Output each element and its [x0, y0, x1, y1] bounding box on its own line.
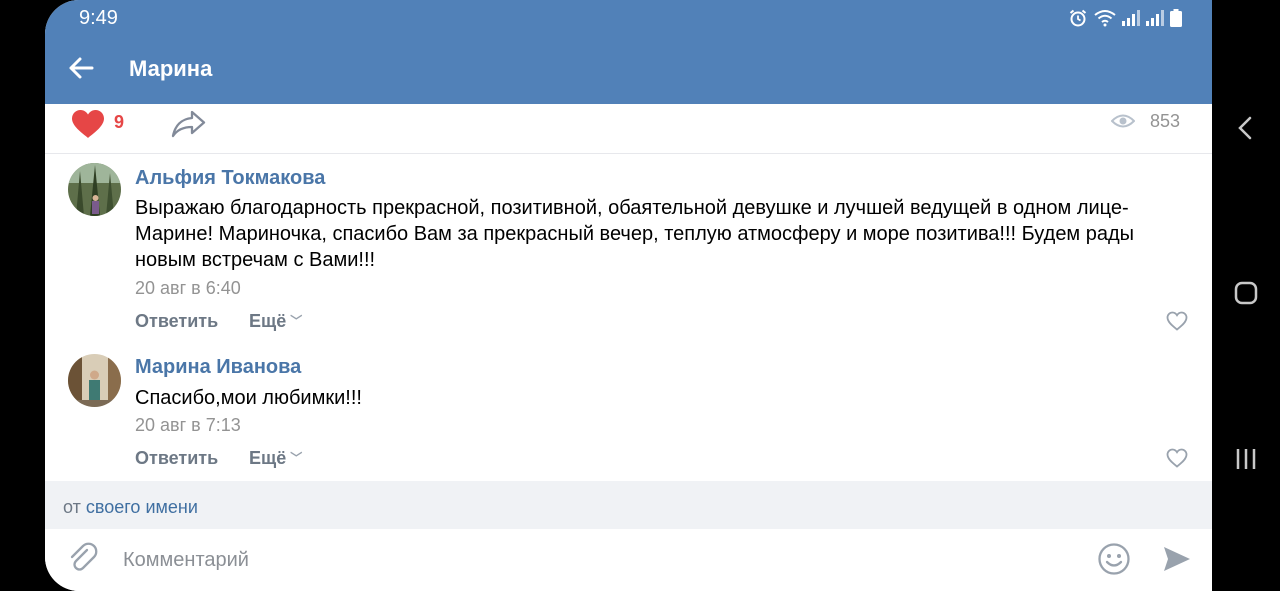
comment-as-link[interactable]: своего имени — [86, 497, 198, 517]
comment-author[interactable]: Марина Иванова — [135, 356, 301, 379]
nav-back-icon[interactable] — [1234, 115, 1256, 141]
comment-text: Спасибо,мои любимки!!! — [135, 387, 362, 409]
more-button[interactable]: Ещё ﹀ — [249, 448, 302, 469]
more-button[interactable]: Ещё ﹀ — [249, 311, 302, 332]
system-nav-bar — [1212, 0, 1280, 591]
comment-as-bar: от своего имени — [45, 481, 1212, 529]
eye-icon — [1111, 114, 1135, 128]
heart-icon[interactable] — [71, 109, 105, 139]
wifi-icon — [1094, 10, 1116, 27]
signal-icon — [1146, 10, 1164, 26]
more-label: Ещё — [249, 311, 287, 331]
page-title: Марина — [129, 56, 213, 81]
paperclip-icon[interactable] — [65, 541, 99, 575]
like-count: 9 — [114, 112, 125, 132]
avatar[interactable] — [68, 163, 121, 216]
battery-icon — [1170, 9, 1182, 27]
heart-outline-icon[interactable] — [1166, 311, 1188, 331]
comment-date: 20 авг в 7:13 — [135, 415, 241, 435]
nav-recent-apps-icon[interactable] — [1234, 446, 1258, 472]
status-icons — [1068, 8, 1182, 28]
comment-as-text: от своего имени — [63, 497, 198, 518]
chevron-down-icon: ﹀ — [290, 314, 303, 328]
avatar[interactable] — [68, 354, 121, 407]
post-actions: 9 853 — [45, 104, 1212, 154]
send-icon[interactable] — [1162, 544, 1192, 574]
signal-icon — [1122, 10, 1140, 26]
alarm-icon — [1069, 9, 1087, 27]
comment-text: Выражаю благодарность прекрасной, позити… — [135, 197, 1135, 271]
arrow-left-icon[interactable] — [67, 54, 95, 82]
comment-date: 20 авг в 6:40 — [135, 278, 241, 298]
share-icon[interactable] — [171, 109, 207, 139]
heart-outline-icon[interactable] — [1166, 448, 1188, 468]
app-header: 9:49 Марина — [45, 0, 1212, 104]
reply-button[interactable]: Ответить — [135, 311, 218, 332]
app-screen: 9:49 Марина 9 853 Альфия Токмакова Выраж… — [45, 0, 1212, 591]
comment-input[interactable] — [123, 543, 1083, 577]
nav-home-icon[interactable] — [1234, 281, 1258, 305]
comment-author[interactable]: Альфия Токмакова — [135, 167, 325, 190]
comment-as-prefix: от — [63, 497, 81, 517]
reply-button[interactable]: Ответить — [135, 448, 218, 469]
smile-icon[interactable] — [1097, 542, 1131, 576]
status-time: 9:49 — [79, 7, 118, 29]
chevron-down-icon: ﹀ — [290, 451, 303, 465]
comment-compose-bar — [45, 529, 1212, 591]
views-count: 853 — [1150, 111, 1181, 131]
more-label: Ещё — [249, 448, 287, 468]
